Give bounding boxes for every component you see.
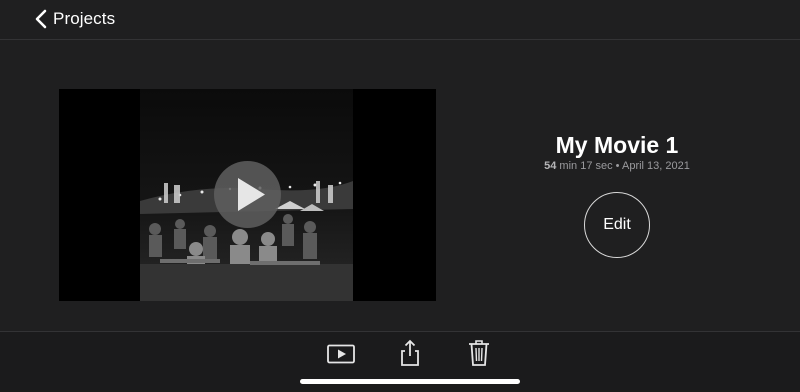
project-date: April 13, 2021 — [621, 160, 690, 172]
play-fullscreen-button[interactable] — [327, 344, 355, 369]
navigation-bar: Projects — [0, 0, 800, 40]
project-title: My Movie 1 — [555, 132, 679, 158]
play-preview-icon — [327, 344, 355, 364]
play-preview-button[interactable] — [214, 161, 281, 228]
delete-button[interactable] — [468, 339, 490, 372]
edit-button[interactable]: Edit — [584, 192, 650, 258]
play-icon — [238, 178, 265, 211]
back-label: Projects — [53, 9, 116, 28]
share-button[interactable] — [398, 339, 422, 372]
project-metadata: 54 min 17 sec • April 13, 2021 — [517, 160, 717, 172]
home-indicator[interactable] — [300, 379, 520, 384]
trash-icon — [469, 340, 489, 366]
edit-label: Edit — [603, 216, 631, 233]
duration-minutes: 54 — [544, 160, 557, 172]
movie-preview[interactable] — [59, 89, 436, 301]
back-to-projects-button[interactable]: Projects — [34, 6, 115, 32]
chevron-left-icon — [35, 9, 47, 29]
share-icon — [401, 339, 419, 366]
meta-separator: • — [612, 160, 622, 172]
duration-rest: min 17 sec — [556, 160, 613, 172]
